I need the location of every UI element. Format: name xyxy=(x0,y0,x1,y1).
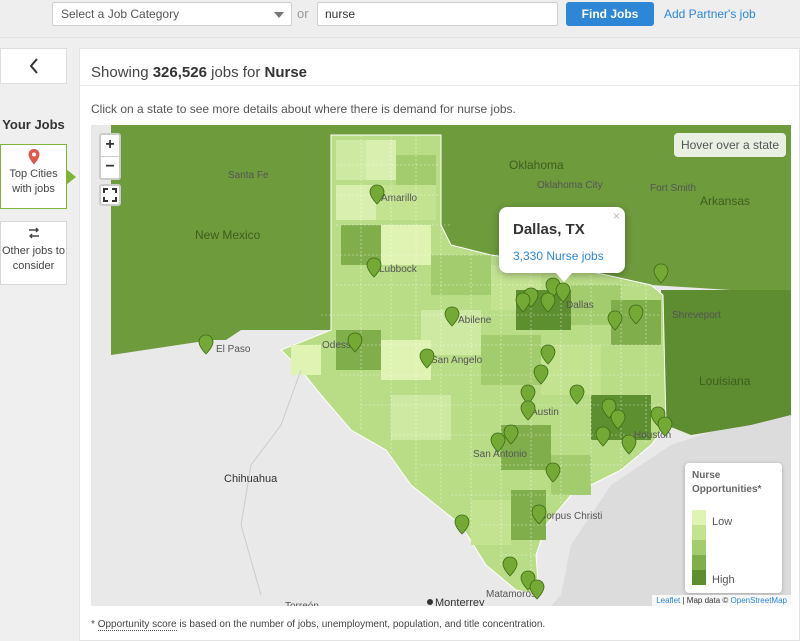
job-category-placeholder: Select a Job Category xyxy=(61,7,180,21)
legend-high: High xyxy=(712,574,735,586)
search-bar: Select a Job Category or Find Jobs Add P… xyxy=(0,0,800,38)
map-label-matamoros: Matamoros xyxy=(486,589,536,600)
map-label-monterrey: Monterrey xyxy=(435,597,485,606)
legend-swatch xyxy=(692,570,706,585)
add-partner-job-link[interactable]: Add Partner's job xyxy=(664,7,756,21)
city-popup: × Dallas, TX 3,330 Nurse jobs xyxy=(499,207,625,282)
map-label-amarillo: Amarillo xyxy=(381,193,418,204)
footnote: * Opportunity score is based on the numb… xyxy=(91,619,546,631)
legend-swatch xyxy=(692,555,706,570)
leaflet-link[interactable]: Leaflet xyxy=(656,596,680,605)
opportunity-score-link[interactable]: Opportunity score xyxy=(97,619,177,631)
map-label-dallas: Dallas xyxy=(566,300,594,311)
results-middle: jobs for xyxy=(211,64,261,81)
map-label-san-antonio: San Antonio xyxy=(473,449,527,460)
results-prefix: Showing xyxy=(91,64,149,81)
results-count: 326,526 xyxy=(152,64,207,81)
chevron-left-icon xyxy=(29,58,38,74)
map-label-oklahoma: Oklahoma xyxy=(509,158,564,172)
close-icon[interactable]: × xyxy=(613,209,620,223)
sidebar-item-other-jobs[interactable]: Other jobs to consider xyxy=(0,221,67,285)
map-label-new-mexico: New Mexico xyxy=(195,228,261,242)
results-query: Nurse xyxy=(264,64,308,81)
sidebar-item-label: Other jobs to consider xyxy=(2,245,65,272)
results-heading: Showing 326,526 jobs for Nurse xyxy=(91,64,307,81)
footnote-star: * xyxy=(91,619,95,630)
zoom-controls: + − xyxy=(99,133,121,180)
zoom-out-button[interactable]: − xyxy=(101,157,119,178)
search-input[interactable] xyxy=(317,2,558,26)
legend-swatch xyxy=(692,510,706,525)
monterrey-dot xyxy=(427,599,433,605)
map-label-abilene: Abilene xyxy=(458,315,492,326)
map-label-el-paso: El Paso xyxy=(216,344,251,355)
legend-swatch xyxy=(692,525,706,540)
results-panel: Showing 326,526 jobs for Nurse Click on … xyxy=(79,48,800,641)
map-label-corpus-christi: Corpus Christi xyxy=(539,511,602,522)
zoom-in-button[interactable]: + xyxy=(101,135,119,156)
map-label-fort-smith: Fort Smith xyxy=(650,183,696,194)
back-button[interactable] xyxy=(0,48,67,84)
map-data-text: Map data © xyxy=(686,596,729,605)
sidebar-item-label: Top Cities with jobs xyxy=(9,168,58,195)
swap-arrows-icon xyxy=(1,226,66,244)
map-label-shreveport: Shreveport xyxy=(672,310,721,321)
find-jobs-button[interactable]: Find Jobs xyxy=(566,2,654,26)
map-label-san-angelo: San Angelo xyxy=(431,355,483,366)
legend-title-line2: Opportunities* xyxy=(692,484,762,495)
or-label: or xyxy=(297,6,309,21)
map-label-santa-fe: Santa Fe xyxy=(228,170,269,181)
map-attribution: Leaflet | Map data © OpenStreetMap xyxy=(652,595,791,606)
map-label-torreon: Torreón xyxy=(285,601,319,606)
map-label-lubbock: Lubbock xyxy=(379,264,418,275)
map-hint-text: Click on a state to see more details abo… xyxy=(91,102,516,116)
sidebar-item-top-cities[interactable]: Top Cities with jobs xyxy=(0,144,76,209)
your-jobs-heading: Your Jobs xyxy=(2,117,65,132)
legend-title-line1: Nurse xyxy=(692,470,721,481)
fullscreen-button[interactable] xyxy=(99,184,121,206)
popup-city: Dallas, TX xyxy=(513,221,585,238)
map-legend: Nurse Opportunities* Low High xyxy=(685,463,782,593)
map-label-louisiana: Louisiana xyxy=(699,374,751,388)
jobs-map[interactable]: Santa Fe New Mexico Oklahoma Oklahoma Ci… xyxy=(91,125,791,606)
map-label-chihuahua: Chihuahua xyxy=(224,473,278,485)
legend-title: Nurse Opportunities* xyxy=(692,469,761,497)
map-pin-icon xyxy=(1,149,66,167)
map-label-oklahoma-city: Oklahoma City xyxy=(537,180,603,191)
footnote-text: is based on the number of jobs, unemploy… xyxy=(179,619,546,630)
fullscreen-icon xyxy=(103,188,117,202)
job-category-select[interactable]: Select a Job Category xyxy=(52,2,292,26)
hover-hint: Hover over a state xyxy=(673,133,786,157)
osm-link[interactable]: OpenStreetMap xyxy=(731,596,787,605)
legend-low: Low xyxy=(712,516,733,528)
popup-jobs-link[interactable]: 3,330 Nurse jobs xyxy=(513,249,604,263)
divider xyxy=(80,85,799,86)
legend-swatch xyxy=(692,540,706,555)
map-label-arkansas: Arkansas xyxy=(700,194,750,208)
chevron-down-icon xyxy=(274,12,284,18)
